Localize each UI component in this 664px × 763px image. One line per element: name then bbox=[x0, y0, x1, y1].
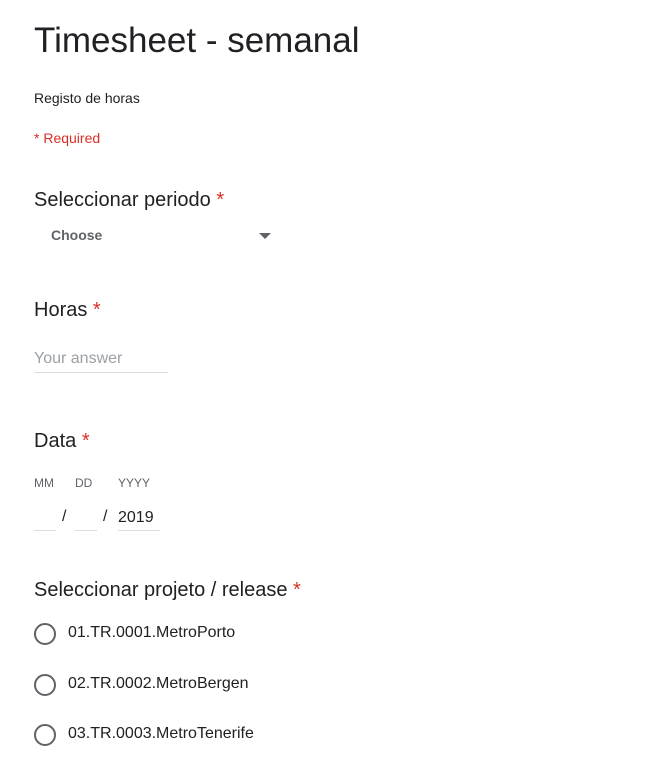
question-horas-title: Horas * bbox=[34, 298, 101, 322]
date-day-label: DD bbox=[75, 476, 93, 490]
required-star: * bbox=[293, 579, 301, 601]
form-description: Registo de horas bbox=[34, 90, 140, 106]
question-horas-label: Horas bbox=[34, 299, 88, 321]
radio-option-label: 03.TR.0003.MetroTenerife bbox=[68, 725, 254, 742]
required-note: * Required bbox=[34, 130, 101, 146]
radio-option-metrobergen[interactable]: 02.TR.0002.MetroBergen bbox=[34, 673, 434, 697]
question-periodo-label: Seleccionar periodo bbox=[34, 189, 211, 211]
periodo-dropdown[interactable]: Choose bbox=[34, 222, 280, 250]
radio-option-label: 01.TR.0001.MetroPorto bbox=[68, 624, 236, 641]
radio-unchecked-icon[interactable] bbox=[34, 623, 56, 645]
form-title: Timesheet - semanal bbox=[34, 21, 360, 60]
horas-input[interactable] bbox=[34, 346, 168, 373]
date-year-label: YYYY bbox=[118, 476, 151, 490]
question-periodo-title: Seleccionar periodo * bbox=[34, 188, 224, 212]
date-separator: / bbox=[103, 508, 108, 525]
radio-option-metroporto[interactable]: 01.TR.0001.MetroPorto bbox=[34, 622, 434, 646]
question-data-title: Data * bbox=[34, 429, 90, 453]
required-star: * bbox=[81, 430, 90, 452]
question-data-label: Data bbox=[34, 430, 77, 452]
radio-option-metrotenerife[interactable]: 03.TR.0003.MetroTenerife bbox=[34, 723, 434, 747]
radio-unchecked-icon[interactable] bbox=[34, 724, 56, 746]
date-month-label: MM bbox=[34, 476, 54, 490]
radio-option-label: 02.TR.0002.MetroBergen bbox=[68, 675, 249, 692]
date-year-input[interactable] bbox=[118, 506, 160, 531]
required-star: * bbox=[92, 299, 101, 321]
date-day-input[interactable] bbox=[75, 506, 97, 531]
caret-down-icon bbox=[259, 233, 271, 239]
date-separator: / bbox=[62, 508, 67, 525]
date-month-input[interactable] bbox=[34, 506, 56, 531]
question-projeto-label: Seleccionar projeto / release bbox=[34, 579, 288, 601]
required-star: * bbox=[216, 189, 225, 211]
dropdown-selected-value: Choose bbox=[51, 227, 103, 243]
question-projeto-title: Seleccionar projeto / release * bbox=[34, 578, 301, 602]
radio-unchecked-icon[interactable] bbox=[34, 674, 56, 696]
